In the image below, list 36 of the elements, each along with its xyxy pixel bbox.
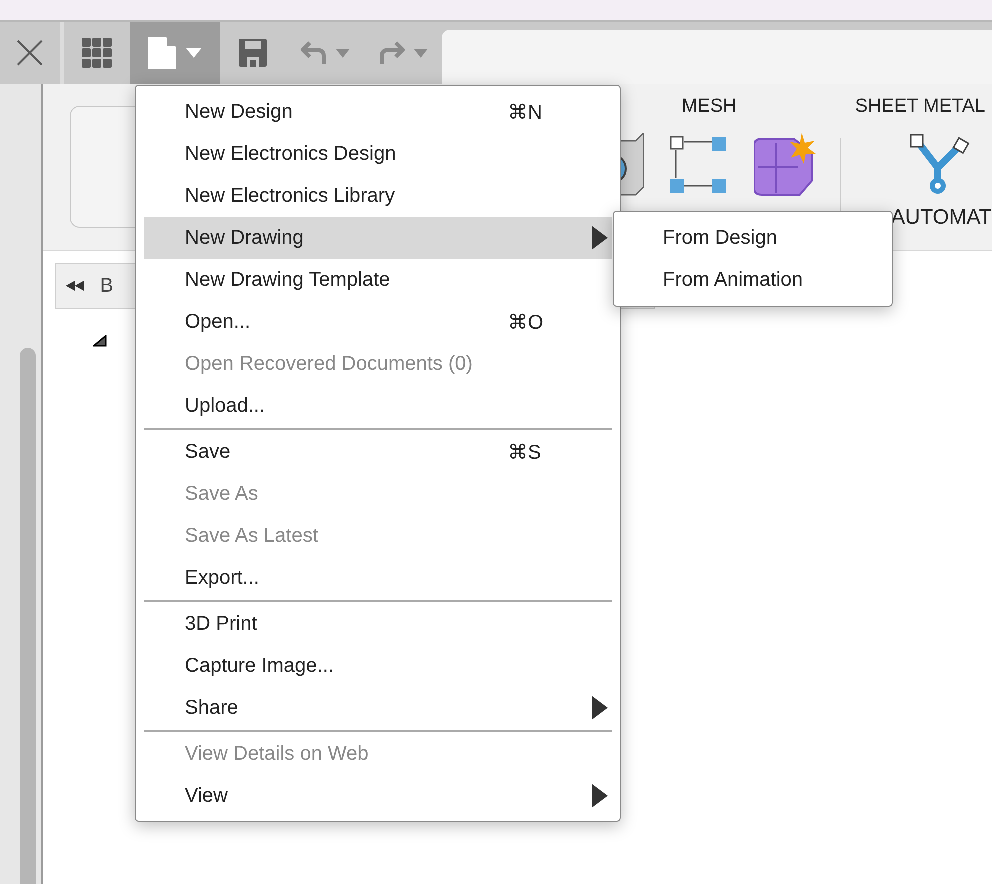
menu-item[interactable]: View	[144, 775, 612, 817]
menu-item[interactable]: Upload...	[144, 385, 612, 427]
submenu-arrow-icon	[592, 696, 608, 720]
ribbon-tab[interactable]: MESH	[682, 96, 737, 118]
menu-item[interactable]: New Design ⌘N	[144, 91, 612, 133]
menu-item[interactable]: Share	[144, 687, 612, 729]
menu-item[interactable]: New Drawing Template	[144, 259, 612, 301]
caret-icon	[414, 48, 428, 58]
close-icon	[16, 39, 44, 67]
file-menu-button[interactable]	[130, 22, 220, 84]
grid-icon	[82, 38, 112, 68]
menu-item[interactable]: From Animation	[614, 259, 892, 301]
menu-item[interactable]: New Electronics Library	[144, 175, 612, 217]
menu-item[interactable]: Capture Image...	[144, 645, 612, 687]
expand-triangle-icon[interactable]	[93, 335, 108, 347]
group-label: AUTOMAT	[891, 206, 992, 230]
menu-item[interactable]: 3D Print	[144, 603, 612, 645]
menu-item[interactable]: From Design	[614, 217, 892, 259]
cube-star-icon[interactable]	[754, 133, 818, 197]
submenu-arrow-icon	[592, 226, 608, 250]
menu-item[interactable]: Save ⌘S	[144, 431, 612, 473]
menu-item[interactable]: Export...	[144, 557, 612, 599]
y-bracket-icon[interactable]	[910, 134, 970, 196]
mesh-nodes-icon[interactable]	[670, 136, 728, 194]
menu-item[interactable]: Open... ⌘O	[144, 301, 612, 343]
collapse-arrows-icon[interactable]	[66, 281, 86, 291]
caret-icon	[186, 48, 202, 58]
menu-item[interactable]: New Electronics Design	[144, 133, 612, 175]
submenu-arrow-icon	[592, 784, 608, 808]
redo-arrow-icon	[378, 40, 406, 66]
caret-icon	[336, 48, 350, 58]
document-icon	[148, 37, 176, 69]
panel-title: B	[100, 274, 114, 298]
undo-arrow-icon	[300, 40, 328, 66]
ribbon-tab[interactable]: SHEET METAL	[855, 96, 986, 118]
menu-item[interactable]: New Drawing	[144, 217, 612, 259]
